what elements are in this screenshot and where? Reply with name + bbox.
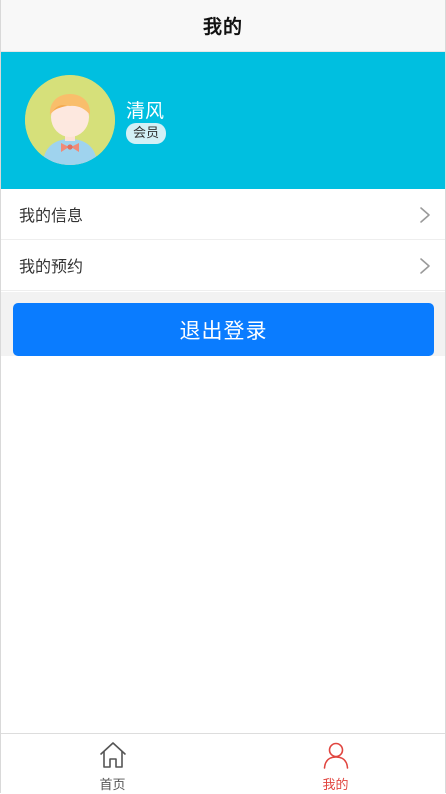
tab-mine[interactable]: 我的 [224,734,446,794]
menu-list: 我的信息 我的预约 [1,189,445,291]
menu-item-label: 我的预约 [19,257,84,276]
avatar-illustration-icon [25,75,115,165]
logout-area: 退出登录 [1,292,445,356]
chevron-right-icon [420,258,430,274]
tab-home[interactable]: 首页 [1,734,224,794]
chevron-right-icon [420,207,430,223]
user-icon [323,742,348,769]
menu-item-label: 我的信息 [19,206,84,225]
bottom-tab-bar: 首页 我的 [1,733,445,793]
top-bar: 我的 [1,0,445,52]
avatar[interactable] [25,75,115,165]
page: 我的 清风 会员 我的信息 我的预约 退出登录 首页 我的 [0,0,446,793]
profile-banner: 清风 会员 [1,52,445,189]
menu-item-my-info[interactable]: 我的信息 [1,189,445,240]
tab-label: 首页 [99,778,126,793]
username: 清风 [126,100,165,122]
home-icon [99,742,126,768]
logout-button[interactable]: 退出登录 [13,303,434,356]
tab-label: 我的 [322,778,349,793]
menu-item-my-appointments[interactable]: 我的预约 [1,240,445,291]
page-title: 我的 [202,16,243,38]
member-badge: 会员 [126,123,167,144]
